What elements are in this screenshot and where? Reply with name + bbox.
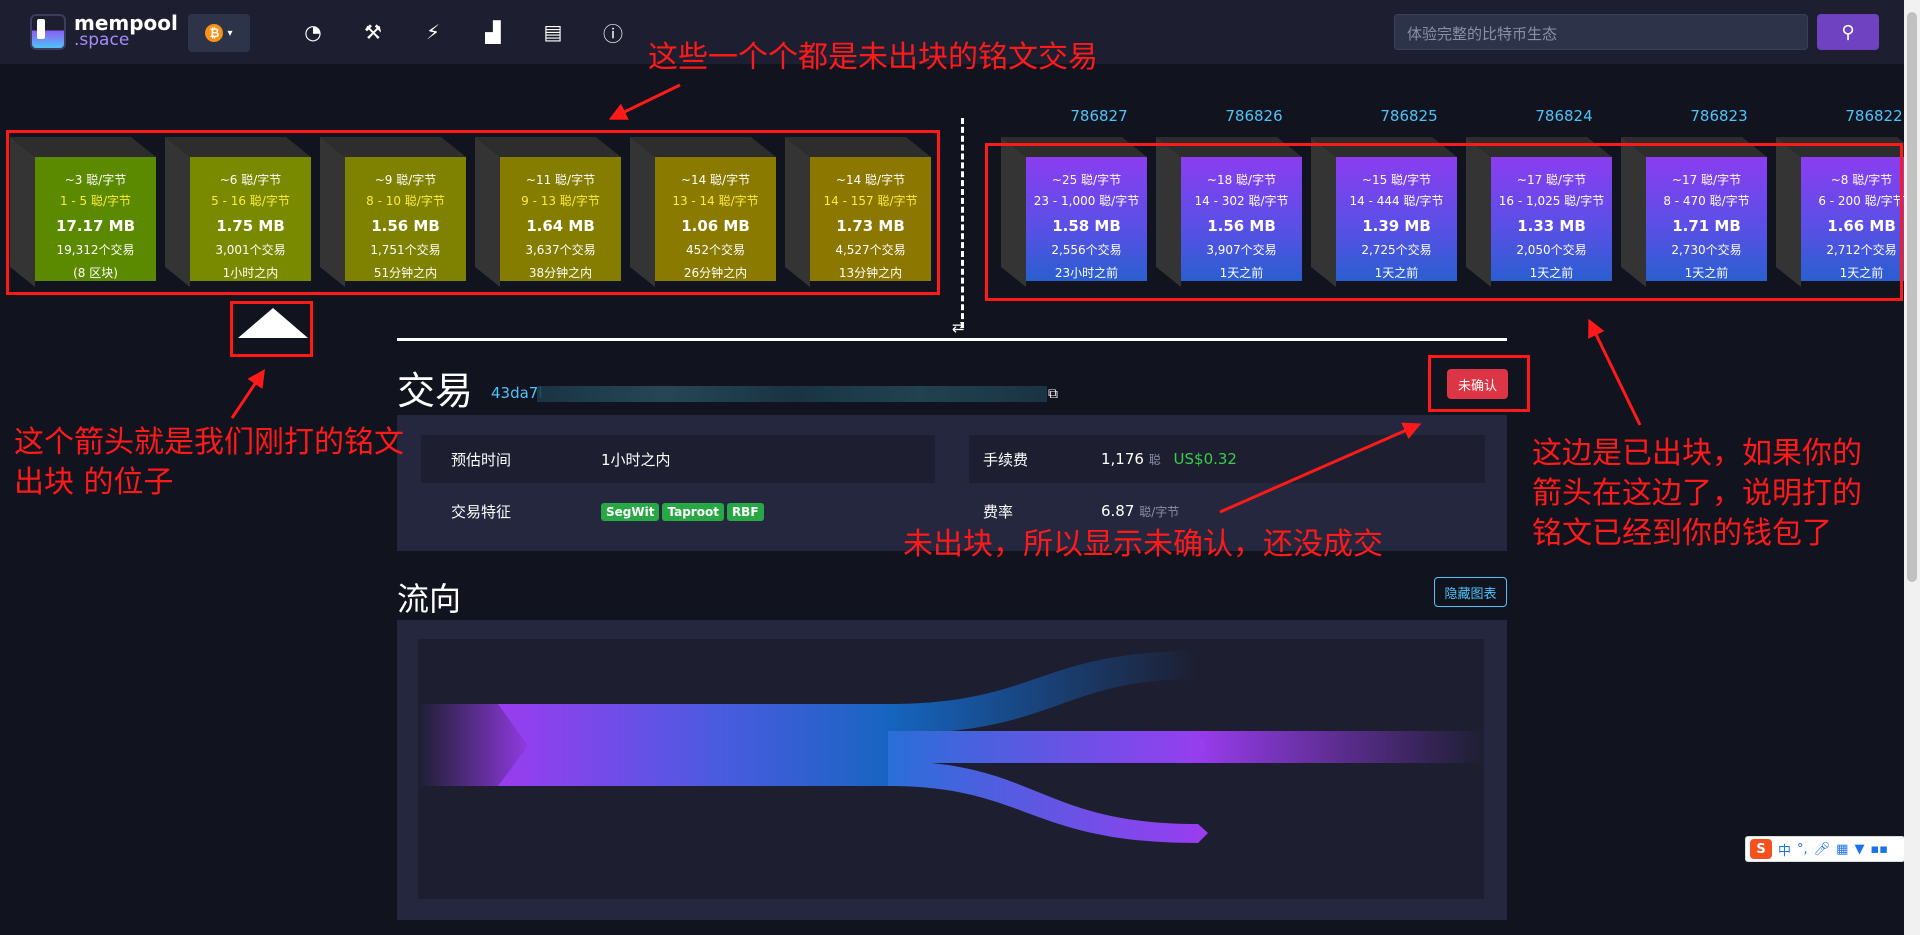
annotation-middle: 未出块，所以显示未确认，还没成交 bbox=[903, 527, 1383, 562]
ime-toolbar[interactable]: S 中 °, 🎤︎ ▦ ▼ ▪▪ bbox=[1745, 836, 1905, 862]
sogou-icon: S bbox=[1750, 839, 1772, 859]
ime-lang[interactable]: 中 bbox=[1778, 840, 1791, 859]
ime-punct-icon[interactable]: °, bbox=[1797, 842, 1808, 857]
skin-icon[interactable]: ▼ bbox=[1854, 842, 1864, 857]
annotation-right-line3: 铭文已经到你的钱包了 bbox=[1532, 516, 1832, 551]
grid-icon[interactable]: ▪▪ bbox=[1870, 842, 1888, 857]
annotation-left-line2: 出块 的位子 bbox=[14, 465, 174, 500]
annotation-right-line1: 这边是已出块，如果你的 bbox=[1532, 436, 1862, 471]
annotation-right-line2: 箭头在这边了，说明打的 bbox=[1532, 476, 1862, 511]
microphone-icon[interactable]: 🎤︎ bbox=[1814, 842, 1831, 857]
scrollbar-thumb[interactable] bbox=[1907, 12, 1917, 582]
page-scrollbar[interactable] bbox=[1904, 0, 1920, 935]
annotation-left-line1: 这个箭头就是我们刚打的铭文 bbox=[14, 425, 404, 460]
keyboard-icon[interactable]: ▦ bbox=[1836, 842, 1848, 857]
annotation-top: 这些一个个都是未出块的铭文交易 bbox=[648, 40, 1098, 75]
